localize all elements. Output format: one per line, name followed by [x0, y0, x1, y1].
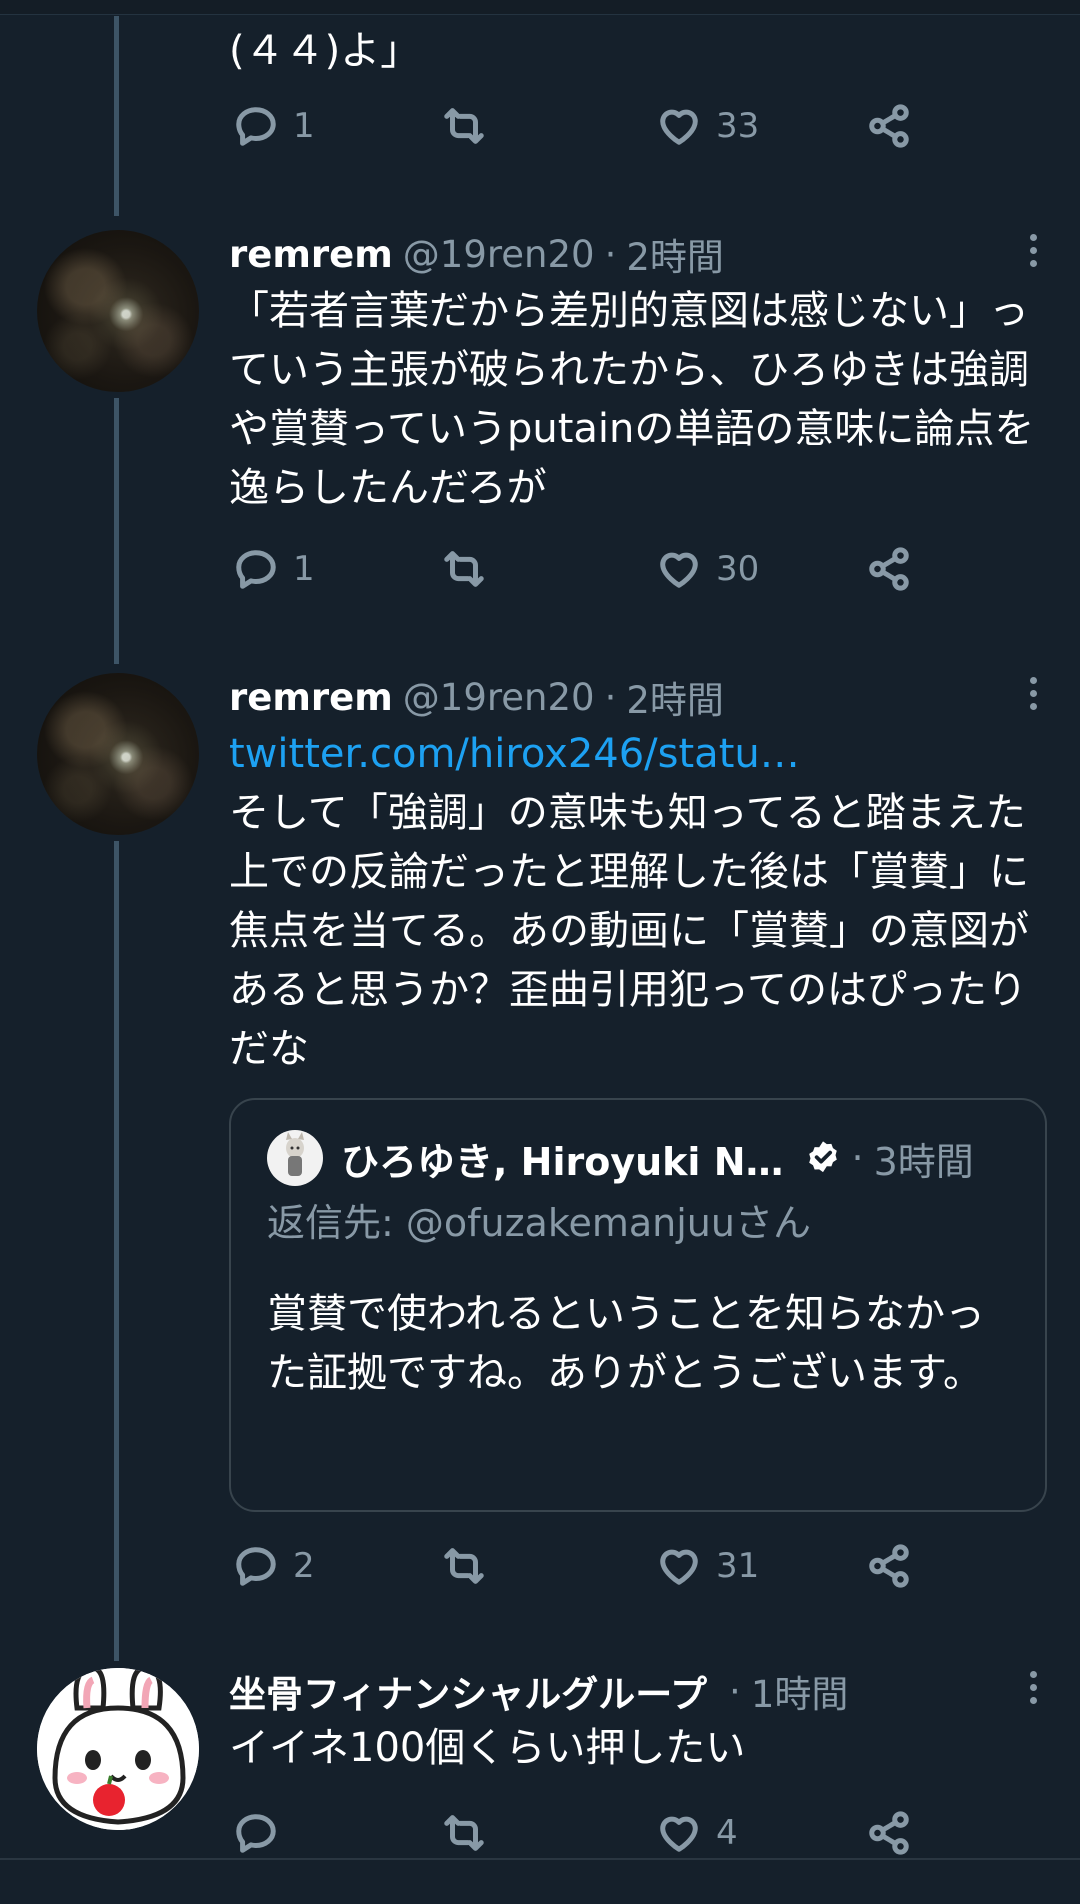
share-button[interactable]: [866, 1543, 912, 1589]
retweet-icon: [444, 551, 484, 587]
avatar[interactable]: [37, 230, 199, 392]
share-icon: [869, 104, 909, 148]
tweet-link[interactable]: twitter.com/hirox246/statu…: [229, 725, 1040, 784]
like-count: 30: [716, 549, 760, 589]
tweet-actions: 2 31: [229, 1543, 929, 1603]
more-icon[interactable]: [1026, 1671, 1040, 1711]
like-button[interactable]: 33: [656, 103, 759, 149]
retweet-button[interactable]: [441, 1543, 487, 1589]
user-handle[interactable]: @19ren20: [403, 676, 595, 719]
quoted-tweet-time: 3時間: [873, 1139, 974, 1184]
avatar[interactable]: [37, 1668, 199, 1830]
like-button[interactable]: 30: [656, 546, 759, 592]
reply-icon: [236, 107, 276, 146]
share-button[interactable]: [866, 1810, 912, 1856]
tweet-time[interactable]: 1時間: [751, 1664, 849, 1718]
retweet-icon: [444, 1548, 484, 1584]
display-name[interactable]: remrem: [229, 233, 393, 276]
like-button[interactable]: 31: [656, 1543, 759, 1589]
like-icon: [660, 1816, 698, 1852]
thread-line: [114, 16, 119, 216]
display-name[interactable]: 坐骨フィナンシャルグループ: [229, 1664, 707, 1718]
reply-count: 1: [293, 106, 315, 146]
top-divider: [0, 0, 1080, 15]
reply-count: 2: [293, 1546, 315, 1586]
verified-icon: [808, 1141, 837, 1173]
like-icon: [660, 1549, 698, 1585]
reply-button[interactable]: 1: [233, 103, 315, 149]
separator-dot: ·: [729, 1669, 741, 1713]
quoted-tweet[interactable]: ひろゆき, Hiroyuki N… · 3時間 返信先: @ofuzakeman…: [229, 1098, 1047, 1512]
quoted-reply-to: 返信先: @ofuzakemanjuuさん: [267, 1201, 811, 1245]
quoted-display-name: ひろゆき, Hiroyuki N…: [341, 1139, 784, 1184]
share-icon: [869, 1811, 909, 1855]
tweet-actions: 1 33: [229, 103, 929, 163]
reply-icon: [236, 550, 276, 589]
like-button[interactable]: 4: [656, 1810, 738, 1856]
tweet-text: イイネ100個くらい押したい: [229, 1725, 746, 1771]
reply-button[interactable]: 2: [233, 1543, 315, 1589]
tweet-header: remrem @19ren20 · 2時間: [229, 226, 1040, 282]
thread-line: [114, 398, 119, 664]
tweet-time[interactable]: 2時間: [626, 227, 724, 281]
user-handle[interactable]: @19ren20: [403, 233, 595, 276]
retweet-button[interactable]: [441, 103, 487, 149]
avatar[interactable]: [37, 673, 199, 835]
quoted-tweet-text: 賞賛で使われるということを知らなかった証拠ですね。ありがとうございます。: [267, 1291, 985, 1396]
like-count: 4: [716, 1813, 738, 1853]
like-count: 33: [716, 106, 760, 146]
more-icon[interactable]: [1026, 677, 1040, 717]
quoted-tweet-header: ひろゆき, Hiroyuki N… · 3時間: [267, 1130, 974, 1186]
tweet-text: そして「強調」の意味も知ってると踏まえた上での反論だったと理解した後は「賞賛」に…: [229, 790, 1029, 1072]
thread-line: [114, 841, 119, 1661]
reply-icon: [236, 1814, 276, 1853]
retweet-icon: [444, 1815, 484, 1851]
retweet-button[interactable]: [441, 546, 487, 592]
retweet-icon: [444, 108, 484, 144]
reply-count: 1: [293, 549, 315, 589]
share-button[interactable]: [866, 103, 912, 149]
bottom-divider: [0, 1858, 1080, 1904]
tweet-text: 「若者言葉だから差別的意図は感じない」っていう主張が破られたから、ひろゆきは強調…: [229, 288, 1035, 511]
separator-dot: ·: [604, 675, 617, 719]
separator-dot: ·: [851, 1136, 864, 1180]
tweet-actions: 4: [229, 1810, 929, 1858]
display-name[interactable]: remrem: [229, 676, 393, 719]
separator-dot: ·: [604, 232, 617, 276]
more-icon[interactable]: [1026, 234, 1040, 274]
reply-button[interactable]: 1: [233, 546, 315, 592]
quoted-avatar: [267, 1130, 323, 1186]
share-icon: [869, 1544, 909, 1588]
like-icon: [660, 109, 698, 145]
tweet-header: remrem @19ren20 · 2時間: [229, 669, 1040, 725]
reply-icon: [236, 1547, 276, 1586]
tweet-actions: 1 30: [229, 546, 929, 606]
like-count: 31: [716, 1546, 760, 1586]
reply-button[interactable]: [233, 1810, 279, 1856]
like-icon: [660, 552, 698, 588]
tweet-text: (４４)よ」: [229, 28, 421, 74]
tweet-header: 坐骨フィナンシャルグループ · 1時間: [229, 1663, 1040, 1719]
retweet-button[interactable]: [441, 1810, 487, 1856]
share-icon: [869, 547, 909, 591]
tweet-time[interactable]: 2時間: [626, 670, 724, 724]
share-button[interactable]: [866, 546, 912, 592]
